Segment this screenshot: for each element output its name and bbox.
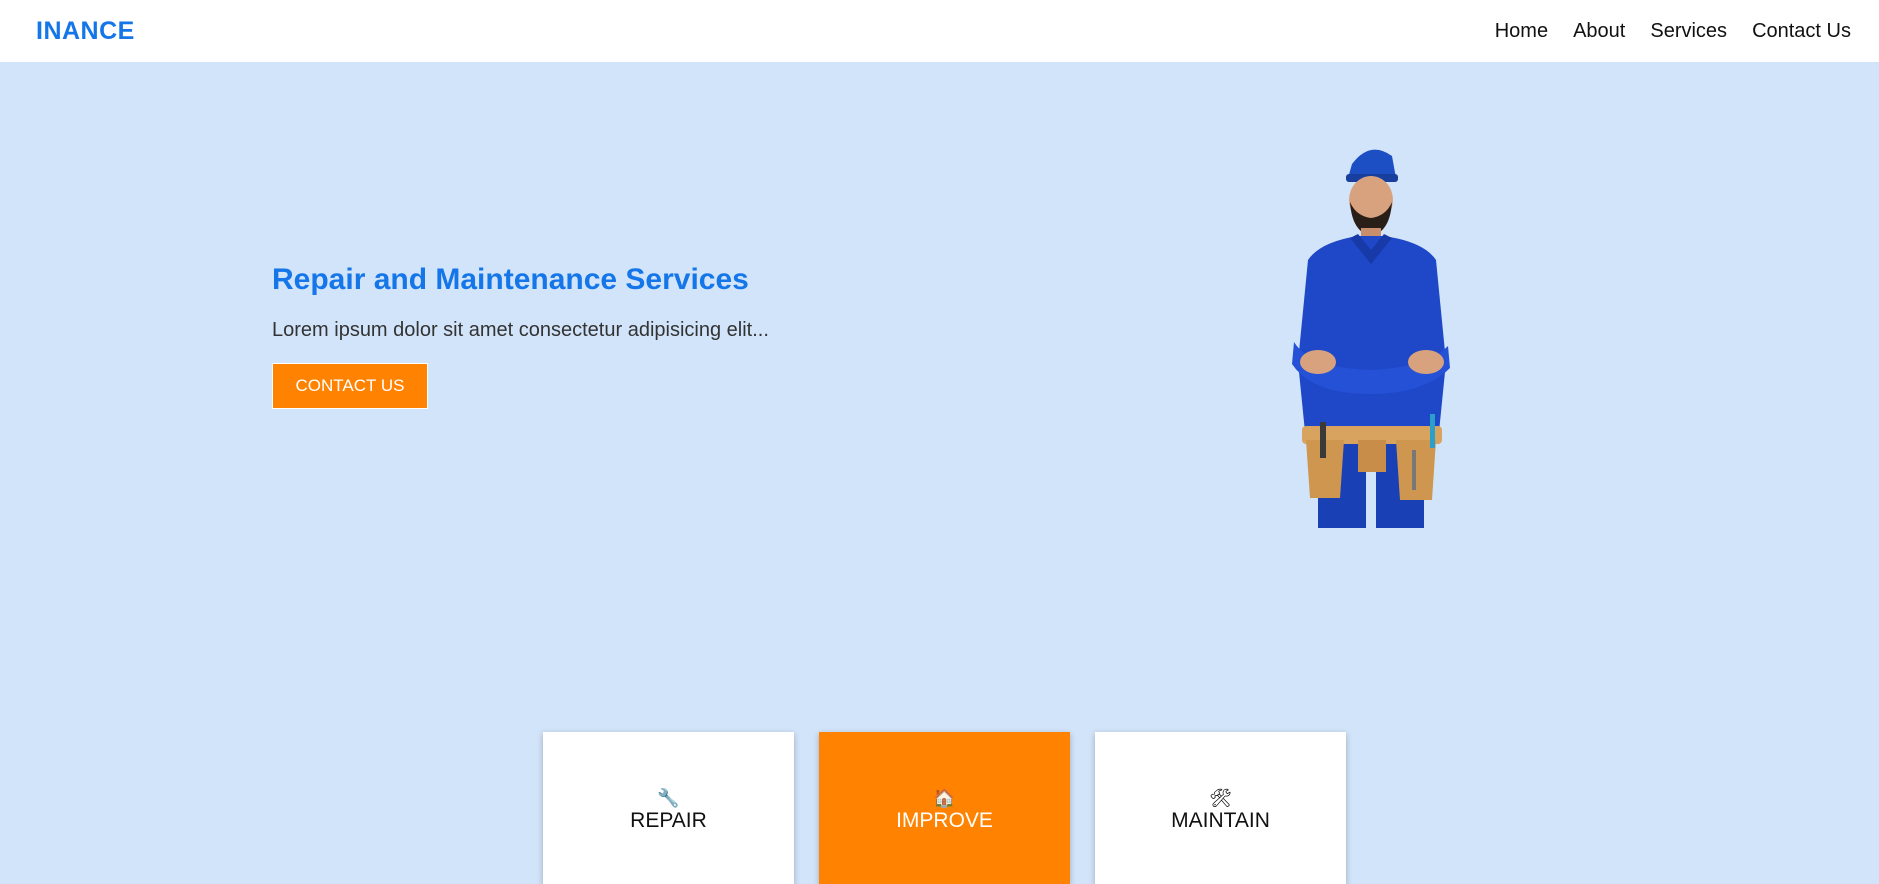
service-card-label: REPAIR (630, 809, 707, 832)
hero-text-block: Repair and Maintenance Services Lorem ip… (272, 262, 872, 409)
service-card-repair[interactable]: 🔧 REPAIR (543, 732, 794, 884)
house-icon: 🏠 (933, 788, 956, 808)
nav-link-services[interactable]: Services (1650, 20, 1727, 43)
service-card-maintain[interactable]: 🛠 MAINTAIN (1095, 732, 1346, 884)
wrench-icon: 🔧 (657, 788, 680, 808)
brand-logo[interactable]: INANCE (36, 17, 135, 46)
service-card-label: MAINTAIN (1171, 809, 1270, 832)
handyman-worker-image (1292, 149, 1450, 528)
service-card-label: IMPROVE (896, 809, 993, 832)
nav-link-home[interactable]: Home (1495, 20, 1548, 43)
service-card-improve[interactable]: 🏠 IMPROVE (819, 732, 1070, 884)
contact-us-button[interactable]: CONTACT US (272, 363, 428, 409)
hero-title: Repair and Maintenance Services (272, 263, 749, 296)
nav-link-contact-us[interactable]: Contact Us (1752, 20, 1851, 43)
nav-link-about[interactable]: About (1573, 20, 1625, 43)
nav-menu: Home About Services Contact Us (1495, 20, 1851, 43)
services-cards: 🔧 REPAIR 🏠 IMPROVE 🛠 MAINTAIN (543, 732, 1346, 884)
hammer-wrench-icon: 🛠 (1209, 788, 1232, 808)
hero-description: Lorem ipsum dolor sit amet consectetur a… (272, 319, 769, 341)
navbar: INANCE Home About Services Contact Us (0, 0, 1879, 62)
hero-section: Repair and Maintenance Services Lorem ip… (0, 62, 1879, 884)
